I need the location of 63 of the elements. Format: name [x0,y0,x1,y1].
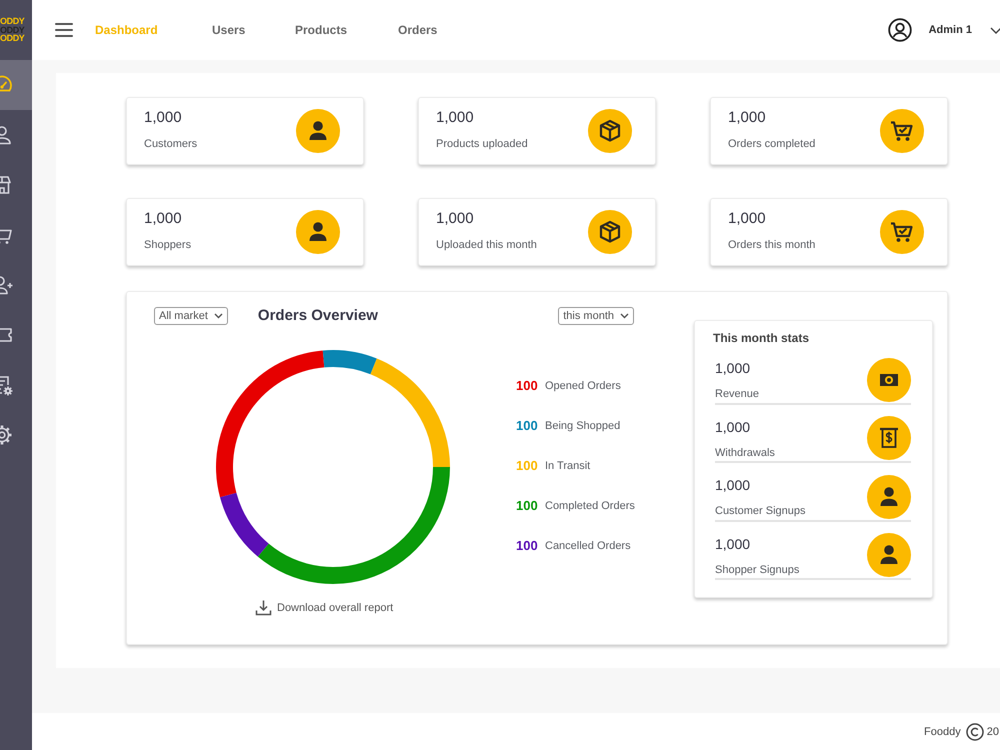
stat-value: 1,000 [728,109,766,127]
legend-count: 100 [516,458,539,474]
stat-value: 1,000 [144,109,182,127]
store-icon [0,173,14,197]
legend-count: 100 [516,498,539,514]
footer-year: 20 [986,724,999,738]
user-avatar-icon[interactable] [888,18,912,42]
stat-value: 1,000 [715,534,750,554]
receipt-dollar-icon [867,416,911,460]
stat-label: Revenue [715,387,760,401]
download-link[interactable]: Download overall report [255,599,394,616]
legend-count: 100 [516,418,539,434]
legend-label: Completed Orders [545,499,635,513]
stat-label: Orders completed [728,137,816,151]
stat-value: 1,000 [436,210,474,228]
stat-value: 1,000 [715,418,750,436]
stat-label: Products uploaded [436,137,528,151]
stat-value: 1,000 [728,210,766,228]
stat-value: 1,000 [436,109,474,127]
person-icon [296,210,340,254]
legend-count: 100 [516,538,539,554]
legend-label: Cancelled Orders [545,539,631,553]
legend-label: In Transit [545,459,590,473]
market-dropdown[interactable]: All market [154,307,228,325]
cart-check-icon [880,109,924,153]
copyright-icon [966,722,984,740]
user-name[interactable]: Admin 1 [928,23,972,37]
box-icon [588,210,632,254]
nav-tab[interactable]: Users [212,22,246,38]
legend-label: Being Shopped [545,419,620,433]
box-icon [588,109,632,153]
chevron-down-icon [620,313,629,319]
banknote-icon [867,358,911,402]
stats-title: This month stats [713,330,810,346]
settings-icon [0,423,14,447]
legend-label: Opened Orders [545,379,621,393]
download-icon [255,599,272,616]
nav-tab[interactable]: Products [295,22,348,38]
person-icon [867,533,911,577]
footer-brand: Fooddy [924,724,961,738]
sidebar-item[interactable] [0,60,32,110]
nav-tab[interactable]: Orders [398,22,438,38]
stat-value: 1,000 [144,210,182,228]
chevron-down-icon[interactable] [990,26,1000,34]
person-icon [0,123,14,147]
chart-title: Orders Overview [258,307,378,325]
stat-label: Customers [144,137,198,151]
stat-value: 1,000 [715,476,750,495]
chevron-down-icon [214,313,223,319]
stat-value: 1,000 [715,359,750,378]
cart-check-icon [880,210,924,254]
person-icon [296,109,340,153]
period-dropdown[interactable]: this month [558,307,634,325]
stat-label: Shopper Signups [715,562,800,576]
stat-label: Orders this month [728,238,816,252]
person-plus-icon [0,273,14,297]
menu-icon[interactable] [55,23,73,37]
person-icon [867,474,911,518]
stat-label: Shoppers [144,238,192,252]
stat-label: Withdrawals [715,446,775,460]
stat-label: Customer Signups [715,504,806,518]
stat-label: Uploaded this month [436,238,537,252]
legend-count: 100 [516,378,539,394]
